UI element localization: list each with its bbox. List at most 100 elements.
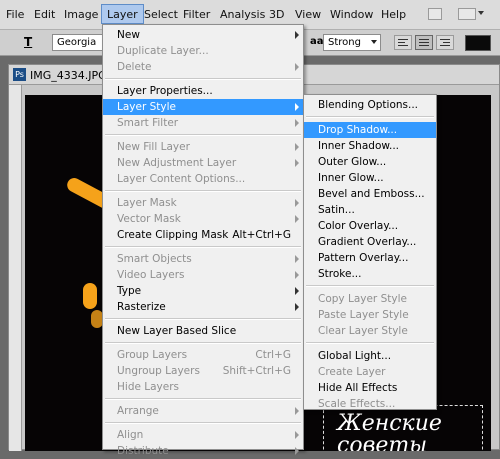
submenu-arrow-icon bbox=[295, 271, 299, 279]
menu-item-rasterize[interactable]: Rasterize bbox=[103, 299, 303, 315]
submenu-arrow-icon bbox=[295, 407, 299, 415]
submenu-arrow-icon bbox=[295, 103, 299, 111]
watermark-line-2: советы bbox=[337, 433, 428, 452]
menu-view[interactable]: View bbox=[295, 8, 321, 21]
menu-select[interactable]: Select bbox=[144, 8, 178, 21]
menu-item-blending-options[interactable]: Blending Options... bbox=[304, 97, 436, 113]
menu-item-stroke[interactable]: Stroke... bbox=[304, 266, 436, 282]
menu-item-paste-layer-style: Paste Layer Style bbox=[304, 307, 436, 323]
menu-item-label: Create Clipping Mask bbox=[117, 229, 229, 241]
menu-separator bbox=[306, 342, 434, 344]
anti-alias-select[interactable]: Strong bbox=[323, 34, 381, 51]
menu-edit[interactable]: Edit bbox=[34, 8, 55, 21]
menu-item-layer-style[interactable]: Layer Style bbox=[103, 99, 303, 115]
menu-window[interactable]: Window bbox=[330, 8, 373, 21]
menu-item-label: Layer Content Options... bbox=[117, 173, 246, 185]
menu-item-delete: Delete bbox=[103, 59, 303, 75]
menu-item-layer-properties[interactable]: Layer Properties... bbox=[103, 83, 303, 99]
menu-item-inner-glow[interactable]: Inner Glow... bbox=[304, 170, 436, 186]
menu-item-outer-glow[interactable]: Outer Glow... bbox=[304, 154, 436, 170]
menu-separator bbox=[105, 134, 301, 136]
menu-item-label: Group Layers bbox=[117, 349, 188, 361]
menu-item-label: Color Overlay... bbox=[318, 220, 399, 232]
menu-item-new-adjustment-layer: New Adjustment Layer bbox=[103, 155, 303, 171]
menu-item-pattern-overlay[interactable]: Pattern Overlay... bbox=[304, 250, 436, 266]
menu-item-global-light[interactable]: Global Light... bbox=[304, 348, 436, 364]
align-left-button[interactable] bbox=[394, 35, 412, 50]
submenu-arrow-icon bbox=[295, 255, 299, 263]
submenu-arrow-icon bbox=[295, 431, 299, 439]
menu-item-label: Global Light... bbox=[318, 350, 392, 362]
menu-item-shortcut: Shift+Ctrl+G bbox=[222, 365, 291, 377]
menu-item-label: Paste Layer Style bbox=[318, 309, 409, 321]
glow-stroke bbox=[83, 283, 97, 309]
menu-item-label: Duplicate Layer... bbox=[117, 45, 209, 57]
arrange-documents-icon[interactable] bbox=[458, 8, 476, 20]
anti-alias-icon: aa bbox=[310, 36, 324, 47]
submenu-arrow-icon bbox=[295, 215, 299, 223]
menu-3d[interactable]: 3D bbox=[269, 8, 284, 21]
menu-item-satin[interactable]: Satin... bbox=[304, 202, 436, 218]
submenu-arrow-icon bbox=[295, 159, 299, 167]
menu-item-label: Smart Filter bbox=[117, 117, 179, 129]
menu-item-label: New Layer Based Slice bbox=[117, 325, 237, 337]
menu-item-inner-shadow[interactable]: Inner Shadow... bbox=[304, 138, 436, 154]
submenu-arrow-icon bbox=[295, 447, 299, 455]
menu-item-label: Copy Layer Style bbox=[318, 293, 407, 305]
menu-separator bbox=[306, 116, 434, 118]
menu-item-label: Distribute bbox=[117, 445, 169, 457]
submenu-arrow-icon bbox=[295, 63, 299, 71]
menu-item-bevel-and-emboss[interactable]: Bevel and Emboss... bbox=[304, 186, 436, 202]
submenu-arrow-icon bbox=[295, 143, 299, 151]
menu-item-label: Clear Layer Style bbox=[318, 325, 408, 337]
chevron-down-icon bbox=[371, 40, 377, 44]
submenu-arrow-icon bbox=[295, 199, 299, 207]
menu-item-label: Drop Shadow... bbox=[318, 124, 398, 136]
menu-item-label: Inner Shadow... bbox=[318, 140, 400, 152]
menu-item-label: New bbox=[117, 29, 140, 41]
text-color-swatch[interactable] bbox=[465, 35, 491, 51]
menu-item-label: Scale Effects... bbox=[318, 398, 396, 410]
menu-item-drop-shadow[interactable]: Drop Shadow... bbox=[304, 122, 436, 138]
menu-filter[interactable]: Filter bbox=[183, 8, 210, 21]
menu-separator bbox=[105, 190, 301, 192]
menu-item-hide-all-effects[interactable]: Hide All Effects bbox=[304, 380, 436, 396]
menu-item-new-layer-based-slice[interactable]: New Layer Based Slice bbox=[103, 323, 303, 339]
menu-item-label: Satin... bbox=[318, 204, 355, 216]
watermark-text: Женские советы bbox=[337, 413, 442, 452]
menu-file[interactable]: File bbox=[6, 8, 24, 21]
submenu-arrow-icon bbox=[295, 119, 299, 127]
menu-item-label: Gradient Overlay... bbox=[318, 236, 417, 248]
menu-item-label: Inner Glow... bbox=[318, 172, 384, 184]
menu-layer[interactable]: Layer bbox=[101, 4, 144, 24]
align-right-button[interactable] bbox=[436, 35, 454, 50]
menu-item-label: Hide All Effects bbox=[318, 382, 398, 394]
menu-item-create-clipping-mask[interactable]: Create Clipping Mask Alt+Ctrl+G bbox=[103, 227, 303, 243]
menu-item-label: Rasterize bbox=[117, 301, 166, 313]
menu-item-label: Type bbox=[117, 285, 142, 297]
menu-item-new[interactable]: New bbox=[103, 27, 303, 43]
menu-item-label: Vector Mask bbox=[117, 213, 181, 225]
menu-item-hide-layers: Hide Layers bbox=[103, 379, 303, 395]
menu-item-label: New Adjustment Layer bbox=[117, 157, 237, 169]
menu-analysis[interactable]: Analysis bbox=[220, 8, 265, 21]
chevron-down-icon[interactable] bbox=[478, 11, 484, 15]
menu-help[interactable]: Help bbox=[381, 8, 406, 21]
menu-item-clear-layer-style: Clear Layer Style bbox=[304, 323, 436, 339]
menu-separator bbox=[105, 398, 301, 400]
menu-item-scale-effects: Scale Effects... bbox=[304, 396, 436, 412]
screen-mode-icon[interactable] bbox=[428, 8, 442, 20]
layer-menu: New Duplicate Layer... Delete Layer Propert… bbox=[102, 24, 304, 457]
align-center-button[interactable] bbox=[415, 35, 433, 50]
menu-item-ungroup-layers: Ungroup Layers Shift+Ctrl+G bbox=[103, 363, 303, 379]
menu-item-create-layer: Create Layer bbox=[304, 364, 436, 380]
font-family-value: Georgia bbox=[57, 37, 97, 48]
menu-item-gradient-overlay[interactable]: Gradient Overlay... bbox=[304, 234, 436, 250]
menu-item-type[interactable]: Type bbox=[103, 283, 303, 299]
menu-image[interactable]: Image bbox=[64, 8, 98, 21]
menu-item-label: Layer Properties... bbox=[117, 85, 213, 97]
text-orientation-icon[interactable]: T bbox=[24, 35, 32, 49]
layer-style-submenu: Blending Options... Drop Shadow... Inner S… bbox=[303, 94, 437, 410]
menu-item-smart-filter: Smart Filter bbox=[103, 115, 303, 131]
menu-item-color-overlay[interactable]: Color Overlay... bbox=[304, 218, 436, 234]
